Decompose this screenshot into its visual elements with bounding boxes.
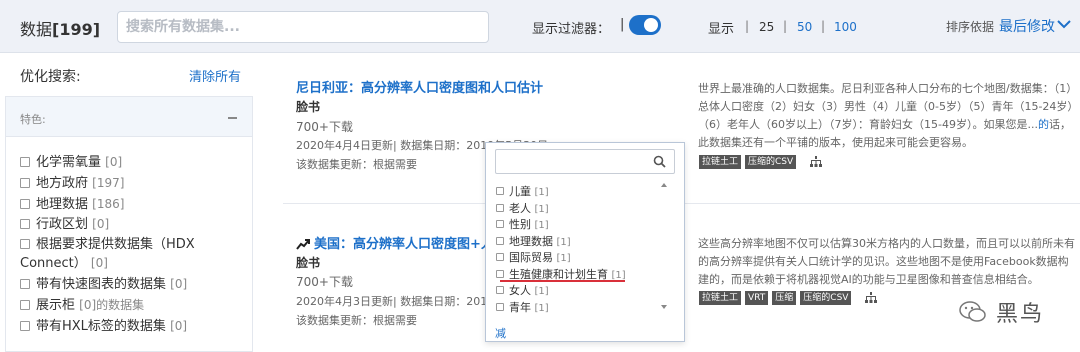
refine-search-title: 优化搜索: [20,69,81,85]
sort-select[interactable]: 最后修改 [999,16,1055,36]
dataset-description: 世界上最准确的人口数据集。尼日利亚各种人口分布的七个地图/数据集：（1）总体人口… [698,82,1073,149]
search-icon[interactable] [653,155,666,168]
checkbox[interactable] [496,303,504,311]
checkbox[interactable] [20,279,30,289]
facet-item[interactable]: 根据要求提供数据集（HDX Connect） [0] [20,236,245,273]
checkbox[interactable] [20,178,30,188]
format-tag[interactable]: 压缩的CSV [800,291,852,305]
facet-item[interactable]: 行政区划 [0] [20,215,109,234]
sort-label: 排序依据 [946,20,995,34]
watermark-text: 黑鸟 [996,302,1045,327]
dataset-dates: 2020年4月3日更新| 数据集日期：2019年 [296,295,506,308]
features-panel-title: 特色: [20,113,46,126]
highlight-underline [500,280,625,282]
checkbox[interactable] [496,253,504,261]
format-tag[interactable]: 压缩 [772,291,797,305]
popup-option[interactable]: 性别 [1] [496,216,549,232]
checkbox[interactable] [20,157,30,167]
checkbox[interactable] [496,237,504,245]
organization[interactable]: 脸书 [296,254,320,271]
show-filters-label: 显示过滤器： [532,22,611,37]
checkbox[interactable] [496,270,504,278]
facet-item[interactable]: 化学需氧量 [0] [20,153,122,172]
facet-item[interactable]: 展示柜 [0]的数据集 [20,296,144,315]
show-less-link[interactable]: 减 [495,325,506,341]
popup-option[interactable]: 青年 [1] [496,299,549,315]
per-page-25[interactable]: 25 [759,20,774,34]
divider: | [783,19,788,33]
facet-item[interactable]: 带有HXL标签的数据集 [0] [20,317,187,336]
checkbox[interactable] [20,199,30,209]
format-tag[interactable]: 压缩的CSV [745,155,797,169]
popup-option[interactable]: 国际贸易 [1] [496,249,571,265]
checkbox[interactable] [496,187,504,195]
features-panel-header[interactable]: 特色: [6,97,252,137]
search-input[interactable] [118,12,488,42]
per-page-100[interactable]: 100 [834,20,857,34]
collapse-icon[interactable] [228,117,237,119]
checkbox[interactable] [496,286,504,294]
popup-option[interactable]: 老人 [1] [496,200,549,216]
update-frequency: 该数据集更新：根据需要 [296,158,417,171]
checkbox[interactable] [20,219,30,229]
per-page-50[interactable]: 50 [797,20,812,34]
checkbox[interactable] [20,239,30,249]
format-tag[interactable]: 拉链土工 [699,155,742,169]
popup-search-input[interactable] [495,149,675,174]
divider: | [821,19,826,33]
checkbox[interactable] [20,321,30,331]
tag-filter-popup: 儿童 [1] 老人 [1] 性别 [1] 地理数据 [1] 国际贸易 [1] 生… [485,142,685,342]
divider: | [745,19,750,33]
format-tag[interactable]: VRT [745,291,769,305]
dataset-title-link[interactable]: 尼日利亚：高分辨率人口密度图和人口估计 [296,77,543,96]
more-link[interactable]: 的 [1038,118,1049,131]
toggle-knob [644,18,658,32]
popup-option[interactable]: 儿童 [1] [496,183,549,199]
update-frequency: 该数据集更新：根据需要 [296,314,417,327]
format-tags: 拉链土工 VRT 压缩 压缩的CSV [699,291,878,305]
facet-item[interactable]: 地理数据 [186] [20,195,124,214]
downloads-count: 700+下载 [296,120,353,134]
hierarchy-icon[interactable] [810,156,823,168]
popup-option[interactable]: 女人 [1] [496,282,549,298]
checkbox[interactable] [20,300,30,310]
top-bar: 数据[199] 显示过滤器： | 显示 | 25 | 50 | 100 排序依据… [0,0,1080,53]
downloads-count: 700+下载 [296,275,353,289]
checkbox[interactable] [496,220,504,228]
checkbox[interactable] [496,204,504,212]
hierarchy-icon[interactable] [865,292,878,304]
format-tag[interactable]: 拉链土工 [699,291,742,305]
facet-item[interactable]: 带有快速图表的数据集 [0] [20,275,187,294]
scroll-up-icon[interactable] [661,183,667,187]
datasets-title: 数据[199] [20,20,101,39]
popup-option[interactable]: 地理数据 [1] [496,233,571,249]
wechat-icon [959,301,986,322]
trending-icon [296,239,310,250]
format-tags: 拉链土工 压缩的CSV [699,155,823,169]
datasets-count: [199] [52,20,101,39]
facet-item[interactable]: 地方政府 [197] [20,174,124,193]
organization[interactable]: 脸书 [296,98,320,115]
show-filters-toggle[interactable] [629,15,661,35]
scroll-down-icon[interactable] [661,305,667,309]
show-label: 显示 [708,22,735,37]
dataset-description: 这些高分辨率地图不仅可以估算30米方格内的人口数量，而且可以以前所未有的高分辨率… [698,237,1075,286]
clear-all-link[interactable]: 清除所有 [189,66,241,85]
divider: | [620,17,625,32]
chevron-down-icon[interactable] [1057,19,1071,29]
search-box[interactable] [117,11,489,43]
watermark: 黑鸟 [958,296,1044,328]
